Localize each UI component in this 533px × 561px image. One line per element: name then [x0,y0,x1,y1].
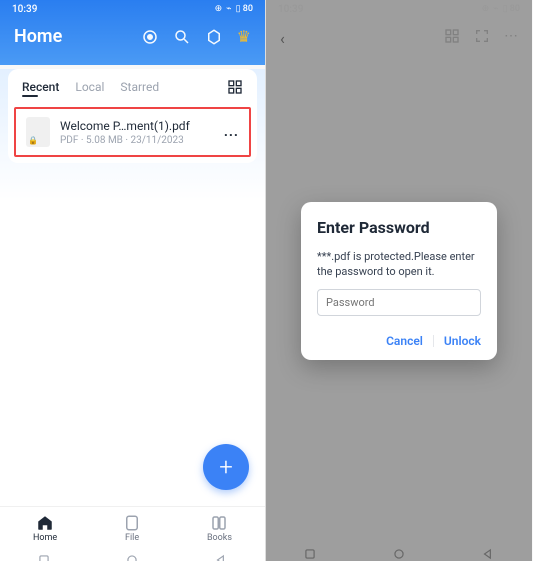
status-bar: 10:39 ⊕ ⌁ ▯ 80 [0,0,265,18]
header-actions: ♛ [141,27,251,46]
tab-recent[interactable]: Recent [22,80,59,94]
battery-icon: ▯ 80 [236,4,253,14]
nav-home-label: Home [33,533,57,543]
right-phone-frame: 10:39 ⊕ ⌁ ▯ 80 ‹ ⋯ Enter Password ***.pd [266,0,532,561]
left-phone-frame: 10:39 ⊕ ⌁ ▯ 80 Home ♛ [0,0,266,561]
premium-crown-icon[interactable]: ♛ [237,27,251,46]
page-title: Home [14,26,62,47]
system-nav [0,550,265,561]
tab-starred[interactable]: Starred [120,80,159,94]
grid-view-icon[interactable] [227,79,243,95]
dialog-actions: Cancel Unlock [317,334,481,348]
file-thumbnail: 🔒 [26,117,50,147]
password-dialog: Enter Password ***.pdf is protected.Plea… [301,202,497,361]
status-icons-right: ⊕ ⌁ ▯ 80 [482,4,520,14]
status-icons: ⊕ ⌁ ▯ 80 [215,4,253,14]
system-nav-right [266,544,532,561]
status-time: 10:39 [12,4,37,15]
books-icon [210,514,228,532]
tab-list: Recent Local Starred [22,80,159,94]
nav-home[interactable]: Home [33,514,57,543]
dialog-message: ***.pdf is protected.Please enter the pa… [317,249,481,280]
nav-file[interactable]: File [123,514,141,543]
bluetooth-icon: ⌁ [493,4,498,14]
settings-icon[interactable] [205,28,223,46]
left-header-area: 10:39 ⊕ ⌁ ▯ 80 Home ♛ [0,0,265,65]
nav-file-label: File [125,533,139,543]
tab-local[interactable]: Local [75,80,104,94]
unlock-button[interactable]: Unlock [444,334,481,348]
home-button[interactable] [125,552,139,561]
file-icon [123,514,141,532]
nav-books[interactable]: Books [207,514,232,543]
lock-icon: 🔒 [28,136,38,145]
home-button[interactable] [392,546,406,560]
cancel-button[interactable]: Cancel [386,334,423,348]
dialog-title: Enter Password [317,218,481,237]
file-list-item[interactable]: 🔒 Welcome P…ment(1).pdf PDF · 5.08 MB · … [14,107,251,157]
main-content: Recent Local Starred 🔒 Welcome P…ment(1)… [0,69,265,506]
back-button[interactable] [481,546,495,560]
bottom-nav: Home File Books [0,506,265,550]
file-info: Welcome P…ment(1).pdf PDF · 5.08 MB · 23… [60,119,214,146]
wifi-icon: ⊕ [215,4,223,14]
file-meta: PDF · 5.08 MB · 23/11/2023 [60,135,214,146]
plus-icon: + [219,453,233,481]
separator [433,335,434,347]
more-options-icon[interactable]: ... [224,124,239,140]
file-name: Welcome P…ment(1).pdf [60,119,214,133]
status-bar-right: 10:39 ⊕ ⌁ ▯ 80 [266,0,532,18]
app-header: Home ♛ [0,18,265,53]
recents-button[interactable] [303,546,317,560]
status-time-right: 10:39 [278,4,303,15]
bluetooth-icon: ⌁ [226,4,231,14]
password-input[interactable] [317,289,481,316]
dialog-overlay: Enter Password ***.pdf is protected.Plea… [266,18,532,544]
file-card: Recent Local Starred 🔒 Welcome P…ment(1)… [8,69,257,163]
nav-books-label: Books [207,533,232,543]
add-fab-button[interactable]: + [203,444,249,490]
search-icon[interactable] [173,28,191,46]
recents-button[interactable] [37,552,51,561]
home-icon [36,514,54,532]
viewer-body: ‹ ⋯ Enter Password ***.pdf is protected.… [266,18,532,544]
tabs-row: Recent Local Starred [8,69,257,101]
battery-icon: ▯ 80 [503,4,520,14]
wifi-icon: ⊕ [482,4,490,14]
eye-icon[interactable] [141,28,159,46]
back-button[interactable] [214,552,228,561]
